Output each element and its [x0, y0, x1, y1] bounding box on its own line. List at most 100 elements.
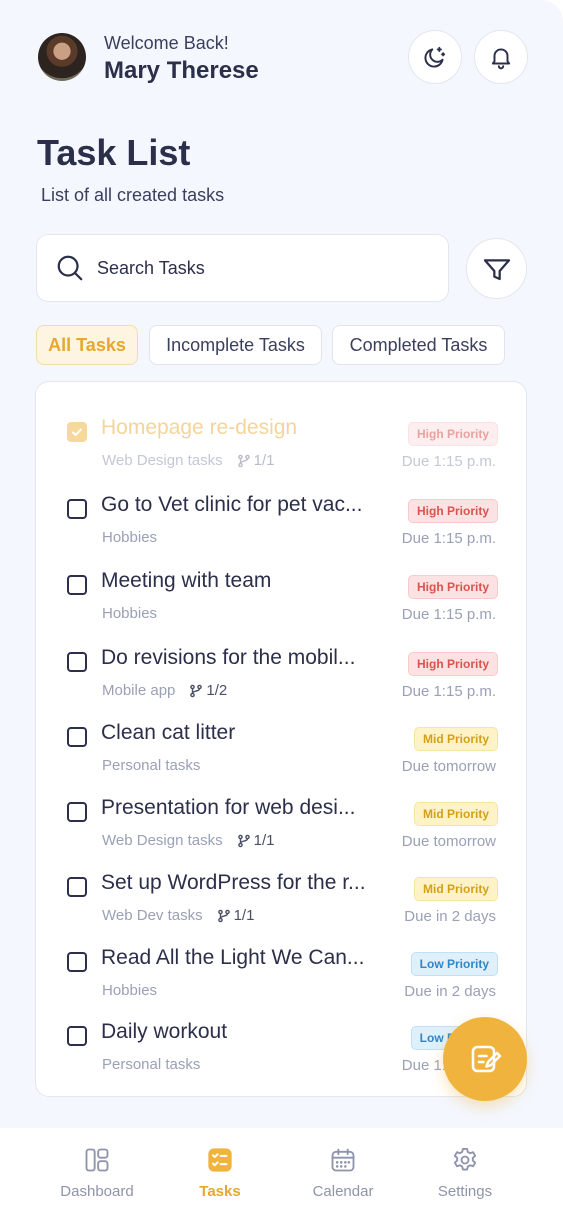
nav-calendar-label: Calendar — [312, 1183, 374, 1200]
task-title: Clean cat litter — [101, 721, 236, 744]
subtask-count-text: 1/1 — [253, 832, 275, 849]
tasks-icon — [208, 1148, 232, 1172]
subtasks-icon — [237, 834, 250, 847]
task-title: Homepage re-design — [101, 416, 298, 439]
task-category: Web Dev tasks — [102, 907, 203, 924]
task-meta: Mobile app 1/2 — [102, 682, 227, 699]
priority-badge: Mid Priority — [413, 727, 498, 751]
bottom-nav: Dashboard Tasks Calendar Settings — [0, 1128, 563, 1218]
task-due: Due tomorrow — [401, 758, 496, 775]
task-category: Hobbies — [102, 529, 158, 546]
priority-badge: High Priority — [407, 652, 498, 676]
gear-icon — [453, 1147, 477, 1171]
task-category: Web Design tasks — [102, 832, 223, 849]
task-category: Personal tasks — [102, 757, 201, 774]
moon-icon — [424, 46, 446, 68]
filter-button[interactable] — [466, 238, 527, 299]
task-meta: Hobbies — [102, 982, 157, 999]
subtask-count-text: 1/1 — [253, 452, 275, 469]
priority-badge: Mid Priority — [413, 877, 498, 901]
nav-tasks-label: Tasks — [199, 1183, 241, 1200]
priority-badge: Mid Priority — [413, 802, 498, 826]
nav-calendar[interactable]: Calendar — [283, 1146, 403, 1200]
nav-dashboard[interactable]: Dashboard — [37, 1146, 157, 1200]
avatar[interactable] — [38, 33, 86, 81]
task-meta: Web Dev tasks 1/1 — [102, 907, 254, 924]
filter-icon — [483, 258, 510, 280]
task-checkbox[interactable] — [67, 952, 87, 972]
task-checkbox[interactable] — [67, 727, 87, 747]
task-title: Go to Vet clinic for pet vac... — [101, 493, 363, 516]
nav-tasks[interactable]: Tasks — [160, 1146, 280, 1200]
task-checkbox[interactable] — [67, 499, 87, 519]
task-meta: Hobbies — [102, 529, 157, 546]
subtasks-icon — [190, 684, 203, 697]
task-due: Due 1:15 p.m. — [401, 606, 496, 623]
task-checkbox[interactable] — [67, 652, 87, 672]
priority-badge: High Priority — [407, 499, 498, 523]
task-due: Due in 2 days — [404, 908, 496, 925]
search-box[interactable] — [36, 234, 449, 302]
subtask-count: 1/2 — [189, 682, 227, 699]
task-item[interactable]: Meeting with team Hobbies High Priority … — [36, 565, 528, 625]
app-screen: Welcome Back! Mary Therese Task List Lis… — [0, 0, 563, 1218]
priority-badge: High Priority — [407, 575, 498, 599]
task-title: Do revisions for the mobil... — [101, 646, 356, 669]
user-name: Mary Therese — [104, 57, 259, 84]
nav-settings-label: Settings — [437, 1183, 493, 1200]
tab-incomplete-tasks[interactable]: Incomplete Tasks — [149, 325, 322, 365]
tab-completed-tasks[interactable]: Completed Tasks — [332, 325, 505, 365]
task-title: Daily workout — [101, 1020, 228, 1043]
calendar-icon — [331, 1148, 355, 1172]
task-checkbox[interactable] — [67, 575, 87, 595]
page-title: Task List — [37, 132, 191, 173]
nav-settings[interactable]: Settings — [405, 1146, 525, 1200]
task-item[interactable]: Clean cat litter Personal tasks Mid Prio… — [36, 717, 528, 777]
subtask-count-text: 1/2 — [206, 682, 228, 699]
task-item[interactable]: Homepage re-design Web Design tasks 1/1 … — [36, 412, 528, 472]
task-title: Set up WordPress for the r... — [101, 871, 366, 894]
task-meta: Hobbies — [102, 605, 157, 622]
search-input[interactable] — [97, 257, 417, 279]
subtask-count: 1/1 — [237, 832, 275, 849]
task-item[interactable]: Go to Vet clinic for pet vac... Hobbies … — [36, 489, 528, 549]
task-checkbox[interactable] — [67, 422, 87, 442]
task-item[interactable]: Read All the Light We Can... Hobbies Low… — [36, 942, 528, 1002]
task-item[interactable]: Do revisions for the mobil... Mobile app… — [36, 642, 528, 702]
subtask-count-text: 1/1 — [233, 907, 255, 924]
search-icon — [57, 255, 83, 281]
task-due: Due 1:15 p.m. — [401, 683, 496, 700]
task-item[interactable]: Presentation for web desi... Web Design … — [36, 792, 528, 852]
subtask-count: 1/1 — [237, 452, 275, 469]
task-category: Personal tasks — [102, 1056, 201, 1073]
task-category: Hobbies — [102, 982, 158, 999]
task-title: Presentation for web desi... — [101, 796, 356, 819]
task-category: Mobile app — [102, 682, 176, 699]
task-due: Due 1:15 p.m. — [401, 530, 496, 547]
task-item[interactable]: Set up WordPress for the r... Web Dev ta… — [36, 867, 528, 927]
add-task-button[interactable] — [443, 1017, 527, 1101]
task-due: Due tomorrow — [401, 833, 496, 850]
dashboard-icon — [85, 1148, 109, 1172]
bell-icon — [491, 48, 511, 70]
nav-dashboard-label: Dashboard — [60, 1183, 134, 1200]
edit-note-icon — [471, 1045, 502, 1073]
task-meta: Web Design tasks 1/1 — [102, 452, 274, 469]
page-subtitle: List of all created tasks — [41, 185, 225, 205]
task-meta: Personal tasks — [102, 757, 200, 774]
subtasks-icon — [237, 454, 250, 467]
task-title: Read All the Light We Can... — [101, 946, 365, 969]
task-checkbox[interactable] — [67, 1026, 87, 1046]
checkmark-icon — [72, 428, 82, 436]
task-checkbox[interactable] — [67, 877, 87, 897]
tab-all-tasks[interactable]: All Tasks — [36, 325, 138, 365]
notifications-button[interactable] — [474, 30, 528, 84]
priority-badge: Low Priority — [410, 952, 498, 976]
task-due: Due in 2 days — [404, 983, 496, 1000]
priority-badge: High Priority — [407, 422, 498, 446]
subtasks-icon — [217, 909, 230, 922]
task-checkbox[interactable] — [67, 802, 87, 822]
task-meta: Personal tasks — [102, 1056, 200, 1073]
theme-toggle-button[interactable] — [408, 30, 462, 84]
task-list: Homepage re-design Web Design tasks 1/1 … — [35, 381, 527, 1097]
